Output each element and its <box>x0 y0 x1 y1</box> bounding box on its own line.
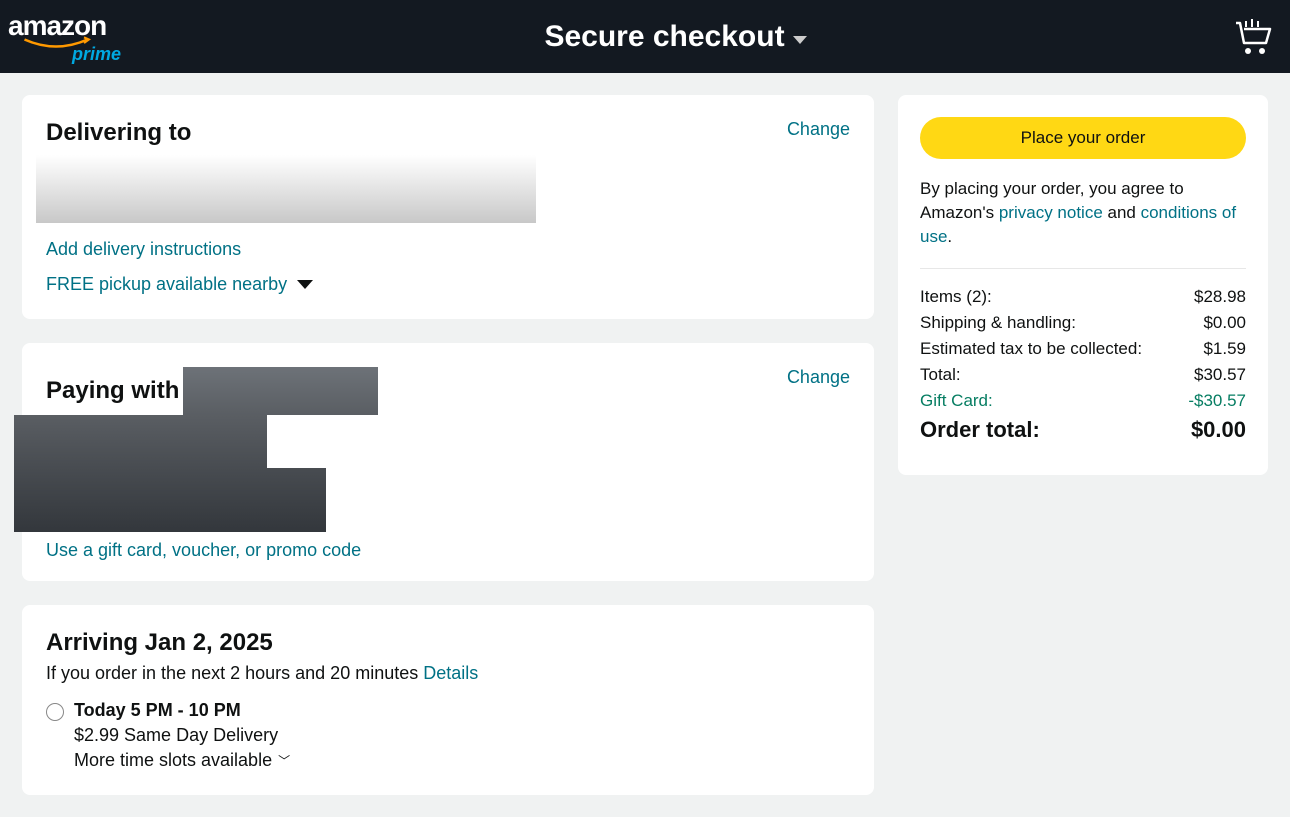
redacted-payment-method <box>183 367 378 415</box>
redacted-payment-detail <box>14 415 267 468</box>
prime-logo-text: prime <box>72 44 121 65</box>
more-time-slots-toggle[interactable]: More time slots available ﹀ <box>74 750 290 771</box>
add-delivery-instructions-link[interactable]: Add delivery instructions <box>46 239 850 260</box>
delivery-option-row[interactable]: Today 5 PM - 10 PM $2.99 Same Day Delive… <box>46 700 850 771</box>
privacy-notice-link[interactable]: privacy notice <box>999 203 1103 222</box>
terms-period: . <box>947 227 952 246</box>
arriving-card: Arriving Jan 2, 2025 If you order in the… <box>22 605 874 795</box>
terms-and: and <box>1103 203 1141 222</box>
cart-icon[interactable] <box>1230 17 1274 57</box>
order-total-label: Order total: <box>920 417 1040 443</box>
payment-title: Paying with <box>46 377 179 405</box>
free-pickup-toggle[interactable]: FREE pickup available nearby <box>46 274 850 295</box>
items-row: Items (2): $28.98 <box>920 287 1246 307</box>
amazon-logo[interactable]: amazon prime <box>8 8 121 65</box>
place-order-button[interactable]: Place your order <box>920 117 1246 159</box>
secure-checkout-dropdown[interactable]: Secure checkout <box>544 20 806 54</box>
gift-card-link[interactable]: Use a gift card, voucher, or promo code <box>46 540 361 560</box>
more-slots-text: More time slots available <box>74 750 272 771</box>
main-column: Delivering to Change Add delivery instru… <box>22 95 874 795</box>
delivery-title: Delivering to <box>46 119 536 147</box>
delivery-option-price: $2.99 Same Day Delivery <box>74 725 290 746</box>
total-label: Total: <box>920 365 961 385</box>
shipping-value: $0.00 <box>1203 313 1246 333</box>
delivery-option-title: Today 5 PM - 10 PM <box>74 700 290 721</box>
header-title-text: Secure checkout <box>544 20 784 54</box>
payment-card: Paying with Change Use a gift card, vouc… <box>22 343 874 581</box>
shipping-label: Shipping & handling: <box>920 313 1076 333</box>
order-summary-card: Place your order By placing your order, … <box>898 95 1268 475</box>
shipping-row: Shipping & handling: $0.00 <box>920 313 1246 333</box>
chevron-down-icon <box>297 280 313 289</box>
arriving-title: Arriving Jan 2, 2025 <box>46 629 850 657</box>
divider <box>920 268 1246 269</box>
change-payment-link[interactable]: Change <box>787 367 850 388</box>
tax-label: Estimated tax to be collected: <box>920 339 1142 359</box>
radio-icon[interactable] <box>46 703 64 721</box>
order-window-text: If you order in the next 2 hours and 20 … <box>46 663 423 683</box>
gift-label: Gift Card: <box>920 391 993 411</box>
order-summary-sidebar: Place your order By placing your order, … <box>898 95 1268 795</box>
total-value: $30.57 <box>1194 365 1246 385</box>
terms-text: By placing your order, you agree to Amaz… <box>920 177 1246 248</box>
details-link[interactable]: Details <box>423 663 478 683</box>
gift-card-row: Gift Card: -$30.57 <box>920 391 1246 411</box>
tax-row: Estimated tax to be collected: $1.59 <box>920 339 1246 359</box>
items-label: Items (2): <box>920 287 992 307</box>
chevron-down-icon: ﹀ <box>278 752 290 769</box>
main-container: Delivering to Change Add delivery instru… <box>0 73 1290 817</box>
redacted-payment-detail <box>14 468 326 532</box>
items-value: $28.98 <box>1194 287 1246 307</box>
order-total-row: Order total: $0.00 <box>920 417 1246 443</box>
chevron-down-icon <box>793 36 807 44</box>
free-pickup-text: FREE pickup available nearby <box>46 274 287 295</box>
change-delivery-link[interactable]: Change <box>787 119 850 140</box>
gift-value: -$30.57 <box>1188 391 1246 411</box>
delivery-card: Delivering to Change Add delivery instru… <box>22 95 874 319</box>
arriving-subtext: If you order in the next 2 hours and 20 … <box>46 663 850 684</box>
header-bar: amazon prime Secure checkout <box>0 0 1290 73</box>
redacted-address <box>36 155 536 223</box>
order-total-value: $0.00 <box>1191 417 1246 443</box>
total-row: Total: $30.57 <box>920 365 1246 385</box>
tax-value: $1.59 <box>1203 339 1246 359</box>
